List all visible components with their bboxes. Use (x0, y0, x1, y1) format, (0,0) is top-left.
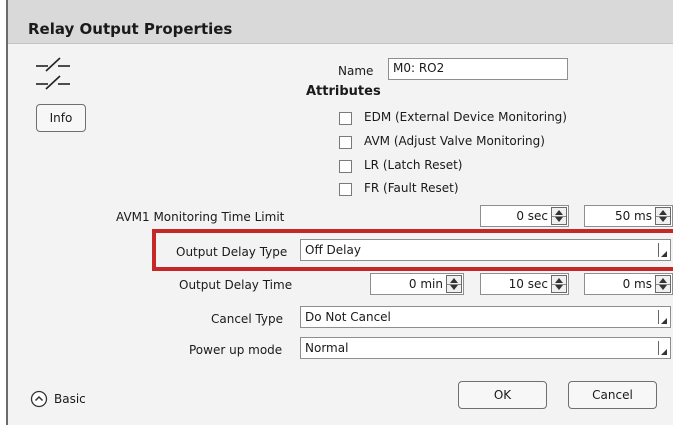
output-delay-time-label: Output Delay Time (179, 278, 293, 292)
chevron-up-circle-icon[interactable] (30, 390, 48, 408)
name-input[interactable]: M0: RO2 (388, 58, 568, 80)
relay-contact-icon (36, 57, 70, 90)
name-label: Name (338, 64, 374, 78)
spinner-arrows-icon[interactable] (446, 275, 462, 293)
delay-min-value: 0 min (408, 277, 443, 291)
combo-separator (658, 341, 659, 355)
delay-min-spinner[interactable]: 0 min (370, 273, 464, 295)
edm-checkbox-label: EDM (External Device Monitoring) (364, 110, 567, 124)
title-bar: Relay Output Properties (8, 0, 673, 44)
cancel-type-value: Do Not Cancel (305, 310, 391, 324)
dropdown-grip-icon[interactable] (661, 318, 667, 324)
spinner-arrows-icon[interactable] (655, 207, 671, 225)
avm-checkbox[interactable] (339, 136, 352, 149)
delay-sec-value: 10 sec (508, 277, 548, 291)
avm1-ms-value: 50 ms (614, 209, 652, 223)
info-button[interactable]: Info (36, 104, 86, 132)
relay-output-properties-dialog: Relay Output Properties Info Name M0: RO… (6, 0, 673, 425)
spinner-arrows-icon[interactable] (551, 275, 567, 293)
cancel-type-label: Cancel Type (211, 312, 284, 326)
delay-ms-spinner[interactable]: 0 ms (584, 273, 673, 295)
lr-checkbox-label: LR (Latch Reset) (364, 158, 463, 172)
cancel-button[interactable]: Cancel (568, 381, 657, 409)
dialog-title: Relay Output Properties (28, 20, 233, 38)
power-up-mode-value: Normal (305, 341, 349, 355)
lr-checkbox[interactable] (339, 160, 352, 173)
delay-ms-value: 0 ms (622, 277, 652, 291)
avm1-ms-spinner[interactable]: 50 ms (584, 205, 673, 227)
attributes-heading: Attributes (306, 84, 381, 99)
fr-checkbox[interactable] (339, 183, 352, 196)
avm1-sec-spinner[interactable]: 0 sec (480, 205, 569, 227)
ok-button[interactable]: OK (458, 381, 547, 409)
avm-checkbox-label: AVM (Adjust Valve Monitoring) (364, 134, 545, 148)
combo-separator (658, 310, 659, 324)
highlight-annotation (152, 229, 673, 271)
power-up-mode-select[interactable]: Normal (300, 337, 671, 359)
power-up-mode-label: Power up mode (189, 343, 283, 357)
dropdown-grip-icon[interactable] (661, 349, 667, 355)
spinner-arrows-icon[interactable] (655, 275, 671, 293)
basic-toggle-label[interactable]: Basic (54, 392, 86, 406)
cancel-type-select[interactable]: Do Not Cancel (300, 306, 671, 328)
edm-checkbox[interactable] (339, 112, 352, 125)
avm1-label: AVM1 Monitoring Time Limit (116, 210, 285, 224)
delay-sec-spinner[interactable]: 10 sec (480, 273, 569, 295)
fr-checkbox-label: FR (Fault Reset) (364, 181, 459, 195)
spinner-arrows-icon[interactable] (551, 207, 567, 225)
avm1-sec-value: 0 sec (516, 209, 548, 223)
